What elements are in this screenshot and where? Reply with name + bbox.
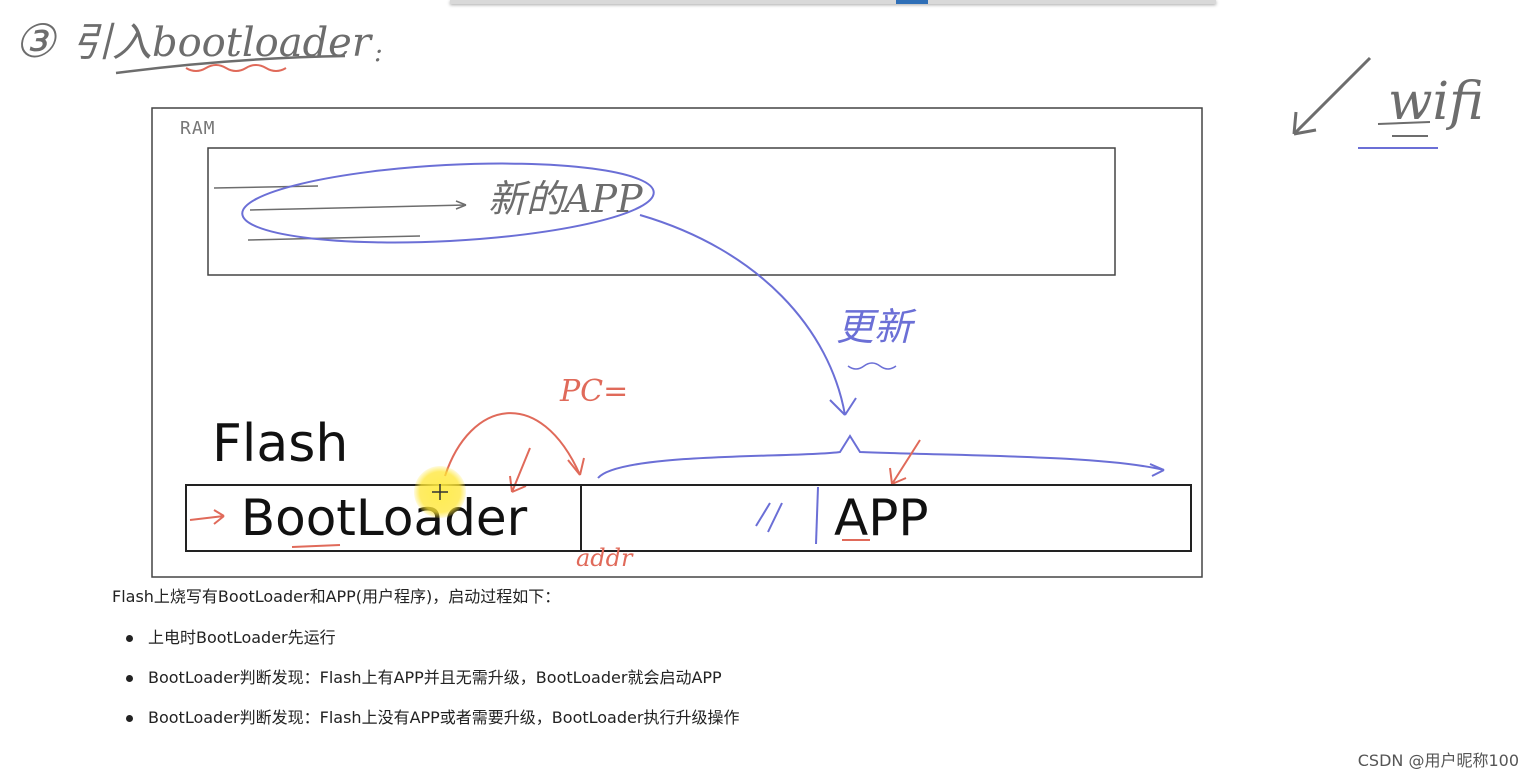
blue-boundary-mark [815,486,819,545]
list-item-text: BootLoader判断发现：Flash上没有APP或者需要升级，BootLoa… [148,708,740,727]
app-brace [597,434,1165,479]
addr-note: addr [576,544,633,572]
red-tick-arrow-app [889,439,921,485]
boot-steps-list: 上电时BootLoader先运行 BootLoader判断发现：Flash上有A… [126,622,739,742]
heading-colon: : [374,38,383,68]
ram-scribble-line-3 [247,235,421,241]
list-item-text: BootLoader判断发现：Flash上有APP并且无需升级，BootLoad… [148,668,722,687]
watermark: CSDN @用户昵称100 [1357,751,1519,770]
ram-scribble-line-2 [249,204,467,211]
wifi-note: wifi [1388,72,1484,132]
crosshair-cursor-icon [432,484,448,500]
wifi-arrow-line [1292,56,1372,136]
ram-scribble-line-1 [213,185,319,189]
diagram-caption: Flash上烧写有BootLoader和APP(用户程序)，启动过程如下： [112,587,561,606]
update-arrow-curve [639,214,846,416]
flash-label: Flash [212,414,349,474]
app-brace-arrow [1149,463,1165,477]
ram-box [207,147,1116,276]
new-app-note: 新的APP [488,177,643,221]
pc-note: PC= [560,374,629,409]
app-label: APP [834,489,929,547]
bootloader-label: BootLoader [240,489,528,547]
pc-jump-arrow [444,412,581,477]
update-note: 更新 [836,305,913,349]
heading-title: 引入bootloader [72,20,371,66]
list-item-text: 上电时BootLoader先运行 [148,628,336,647]
bullet-icon [126,715,133,722]
ram-label: RAM [180,118,216,139]
list-item: BootLoader判断发现：Flash上没有APP或者需要升级，BootLoa… [126,702,739,742]
bullet-icon [126,635,133,642]
list-item: BootLoader判断发现：Flash上有APP并且无需升级，BootLoad… [126,662,739,702]
update-squiggle [847,362,897,370]
blue-slash-marks [755,502,783,533]
bullet-icon [126,675,133,682]
list-item: 上电时BootLoader先运行 [126,622,739,662]
heading-number: ③ [14,14,56,68]
